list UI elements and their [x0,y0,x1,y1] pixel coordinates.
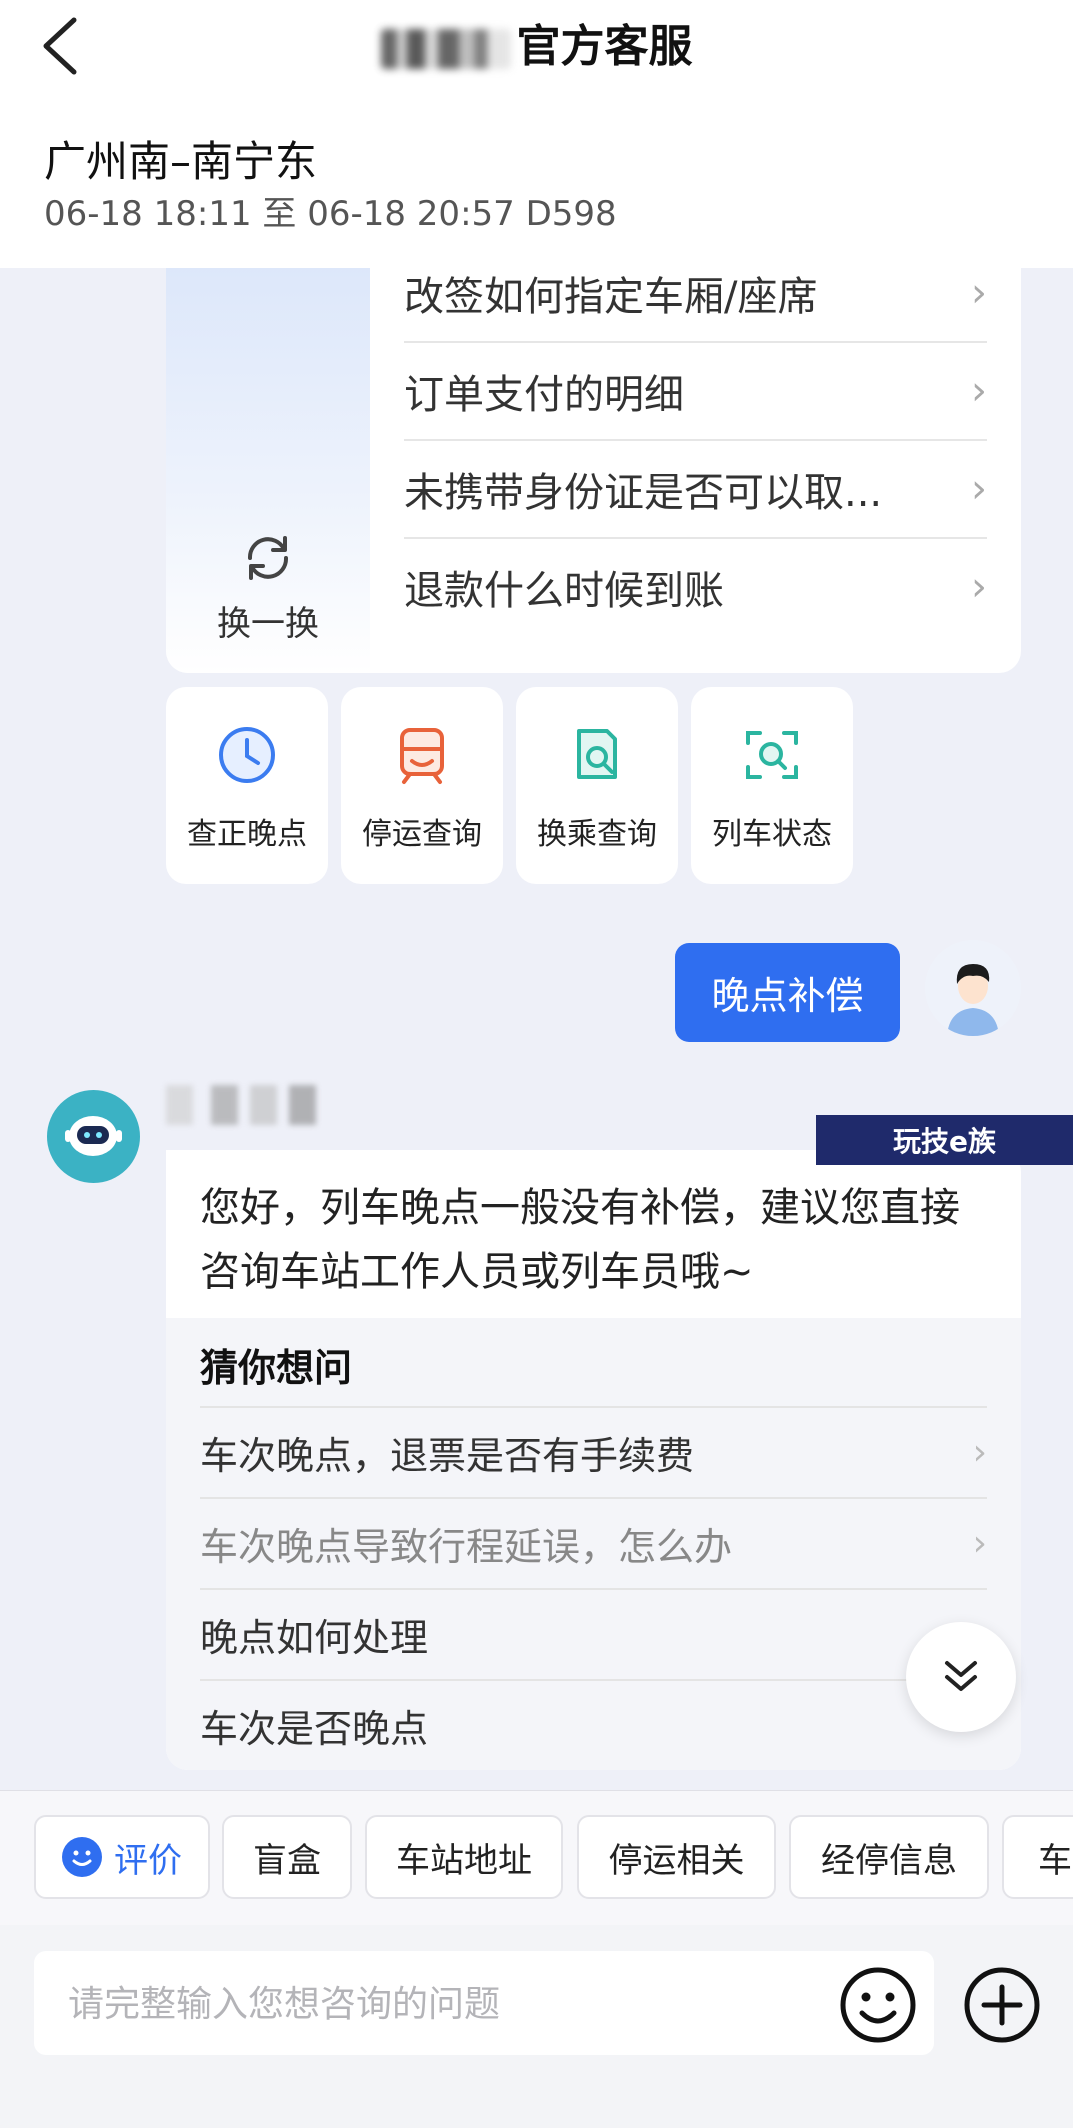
person-icon [947,964,999,1036]
bot-name-blurred [166,1085,316,1125]
message-input-box [34,1951,934,2055]
user-avatar [925,940,1021,1036]
tool-transfer-check[interactable]: 换乘查询 [516,687,678,884]
guess-title: 猜你想问 [200,1318,987,1408]
question-item[interactable]: 退款什么时候到账 › [404,539,987,635]
guess-item[interactable]: 车次晚点导致行程延误，怎么办 › [200,1499,987,1590]
emoji-button[interactable] [838,1965,918,2045]
blurred-brand [380,29,511,69]
guess-item[interactable]: 车次晚点，退票是否有手续费 › [200,1408,987,1499]
input-bar [0,1925,1073,2128]
guess-section: 猜你想问 车次晚点，退票是否有手续费 › 车次晚点导致行程延误，怎么办 › 晚点如何… [166,1318,1021,1770]
bot-reply-card: 您好，列车晚点一般没有补偿，建议您直接咨询车站工作人员或列车员哦~ 猜你想问 车… [166,1150,1021,1770]
chevron-right-icon: › [972,1523,987,1564]
refresh-label: 换一换 [217,604,319,644]
page-title: 官方客服 [0,10,1073,74]
question-list: 改签如何指定车厢/座席 › 订单支付的明细 › 未携带身份证是否可以取... › 退款… [404,245,987,635]
chip-blind-box[interactable]: 盲盒 [222,1815,352,1899]
plus-circle-icon [964,1967,1040,2043]
guess-item[interactable]: 晚点如何处理 [200,1590,987,1681]
chip-stopover-info[interactable]: 经停信息 [789,1815,989,1899]
emoji-icon [840,1967,916,2043]
chip-rate[interactable]: 评价 [34,1815,210,1899]
user-message-bubble: 晚点补偿 [675,943,900,1042]
train-icon [400,728,444,784]
refresh-icon [247,536,289,580]
smile-icon [62,1837,102,1877]
doc-search-icon [577,729,617,779]
chip-station[interactable]: 车站 [1002,1815,1073,1899]
chevron-right-icon: › [971,466,987,512]
suggested-questions-card: 换一换 改签如何指定车厢/座席 › 订单支付的明细 › 未携带身份证是否可以取...… [166,245,1021,673]
card-left-pane: 换一换 [166,245,370,673]
chip-station-address[interactable]: 车站地址 [365,1815,563,1899]
chevron-right-icon: › [971,270,987,316]
quick-reply-bar: 评价 盲盒 车站地址 停运相关 经停信息 车站 [0,1790,1073,1926]
clock-icon [219,727,275,783]
tool-train-status[interactable]: 列车状态 [691,687,853,884]
plus-button[interactable] [962,1965,1042,2045]
question-item[interactable]: 订单支付的明细 › [404,343,987,441]
trip-info: 06-18 18:11 至 06-18 20:57 D598 [44,194,617,234]
tool-delay-check[interactable]: 查正晚点 [166,687,328,884]
watermark: 玩技e族 [816,1115,1073,1165]
refresh-button[interactable]: 换一换 [166,530,370,645]
guess-item[interactable]: 车次是否晚点 [200,1681,987,1770]
robot-icon [65,1116,122,1156]
scan-icon [746,731,798,779]
bot-answer-text: 您好，列车晚点一般没有补偿，建议您直接咨询车站工作人员或列车员哦~ [200,1185,960,1295]
tool-suspension-check[interactable]: 停运查询 [341,687,503,884]
chevron-right-icon: › [972,1432,987,1473]
chevron-right-icon: › [971,564,987,610]
scroll-to-bottom-button[interactable] [906,1622,1016,1732]
question-item[interactable]: 未携带身份证是否可以取... › [404,441,987,539]
double-chevron-down-icon [945,1661,977,1691]
route-title: 广州南–南宁东 [44,137,318,186]
chip-suspension[interactable]: 停运相关 [577,1815,776,1899]
chevron-right-icon: › [971,368,987,414]
message-input[interactable] [66,1973,830,2035]
bot-avatar [47,1090,140,1183]
top-header: 官方客服 广州南–南宁东 06-18 18:11 至 06-18 20:57 D… [0,0,1073,268]
